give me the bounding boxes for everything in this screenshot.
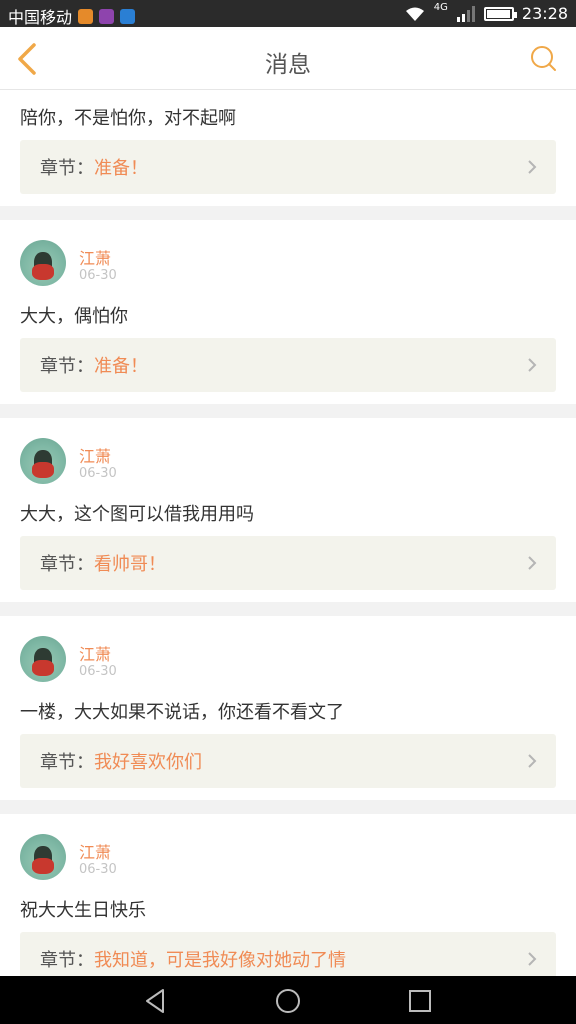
- message-text: 祝大大生日快乐: [20, 900, 146, 921]
- avatar[interactable]: [20, 834, 66, 880]
- message-date: 06-30: [79, 664, 117, 679]
- chapter-link[interactable]: 章节： 准备！: [20, 338, 556, 392]
- chapter-name: 我好喜欢你们: [94, 752, 202, 773]
- message-text: 大大，这个图可以借我用用吗: [20, 504, 254, 525]
- app-notification-icon-1: [78, 8, 94, 24]
- chevron-right-icon: [528, 952, 537, 966]
- chapter-label: 章节：: [40, 554, 94, 575]
- chapter-label: 章节：: [40, 752, 94, 773]
- chevron-right-icon: [528, 358, 537, 372]
- message-date: 06-30: [79, 268, 117, 283]
- status-bar: 中国移动 4G 23:28: [0, 0, 576, 27]
- page-title: 消息: [265, 52, 311, 78]
- square-recents-icon[interactable]: [405, 986, 435, 1016]
- avatar[interactable]: [20, 240, 66, 286]
- avatar[interactable]: [20, 438, 66, 484]
- chapter-name: 看帅哥！: [94, 554, 166, 575]
- message-list[interactable]: 陪你，不是怕你，对不起啊 章节： 准备！ 江萧 06-30 大大，偶怕你 章节：…: [0, 90, 576, 976]
- chevron-right-icon: [528, 160, 537, 174]
- chevron-right-icon: [528, 754, 537, 768]
- message-text: 大大，偶怕你: [20, 306, 128, 327]
- network-type: 4G: [433, 2, 448, 13]
- message-date: 06-30: [79, 862, 117, 877]
- author-name[interactable]: 江萧: [79, 641, 111, 665]
- app-notification-icon-3: [120, 8, 136, 24]
- chapter-link[interactable]: 章节： 我好喜欢你们: [20, 734, 556, 788]
- chapter-name: 准备！: [94, 158, 148, 179]
- circle-home-icon[interactable]: [273, 986, 303, 1016]
- author-name[interactable]: 江萧: [79, 245, 111, 269]
- wifi-icon: [405, 7, 424, 21]
- message-text: 陪你，不是怕你，对不起啊: [20, 108, 236, 129]
- message-text: 一楼，大大如果不说话，你还看不看文了: [20, 702, 344, 723]
- app-header: 消息: [0, 27, 576, 90]
- message-card: 江萧 06-30 祝大大生日快乐 章节： 我知道，可是我好像对她动了情: [0, 814, 576, 976]
- chapter-label: 章节：: [40, 158, 94, 179]
- message-card: 江萧 06-30 一楼，大大如果不说话，你还看不看文了 章节： 我好喜欢你们: [0, 616, 576, 800]
- author-name[interactable]: 江萧: [79, 839, 111, 863]
- chevron-right-icon: [528, 556, 537, 570]
- triangle-back-icon[interactable]: [141, 986, 171, 1016]
- search-icon[interactable]: [528, 44, 558, 74]
- chapter-label: 章节：: [40, 356, 94, 377]
- chapter-link[interactable]: 章节： 看帅哥！: [20, 536, 556, 590]
- status-left: 中国移动: [8, 4, 136, 28]
- message-card: 江萧 06-30 大大，偶怕你 章节： 准备！: [0, 220, 576, 404]
- message-date: 06-30: [79, 466, 117, 481]
- chapter-name: 准备！: [94, 356, 148, 377]
- system-nav-bar: [0, 976, 576, 1024]
- message-card: 陪你，不是怕你，对不起啊 章节： 准备！: [0, 90, 576, 206]
- carrier-name: 中国移动: [8, 8, 73, 27]
- chapter-link[interactable]: 章节： 准备！: [20, 140, 556, 194]
- author-name[interactable]: 江萧: [79, 443, 111, 467]
- app-notification-icon-2: [99, 8, 115, 24]
- clock: 23:28: [521, 4, 568, 23]
- chapter-link[interactable]: 章节： 我知道，可是我好像对她动了情: [20, 932, 556, 976]
- chapter-name: 我知道，可是我好像对她动了情: [94, 950, 346, 971]
- avatar[interactable]: [20, 636, 66, 682]
- signal-icon: [456, 5, 475, 22]
- message-card: 江萧 06-30 大大，这个图可以借我用用吗 章节： 看帅哥！: [0, 418, 576, 602]
- battery-icon: [483, 6, 517, 21]
- status-right: 4G 23:28: [404, 2, 568, 23]
- chapter-label: 章节：: [40, 950, 94, 971]
